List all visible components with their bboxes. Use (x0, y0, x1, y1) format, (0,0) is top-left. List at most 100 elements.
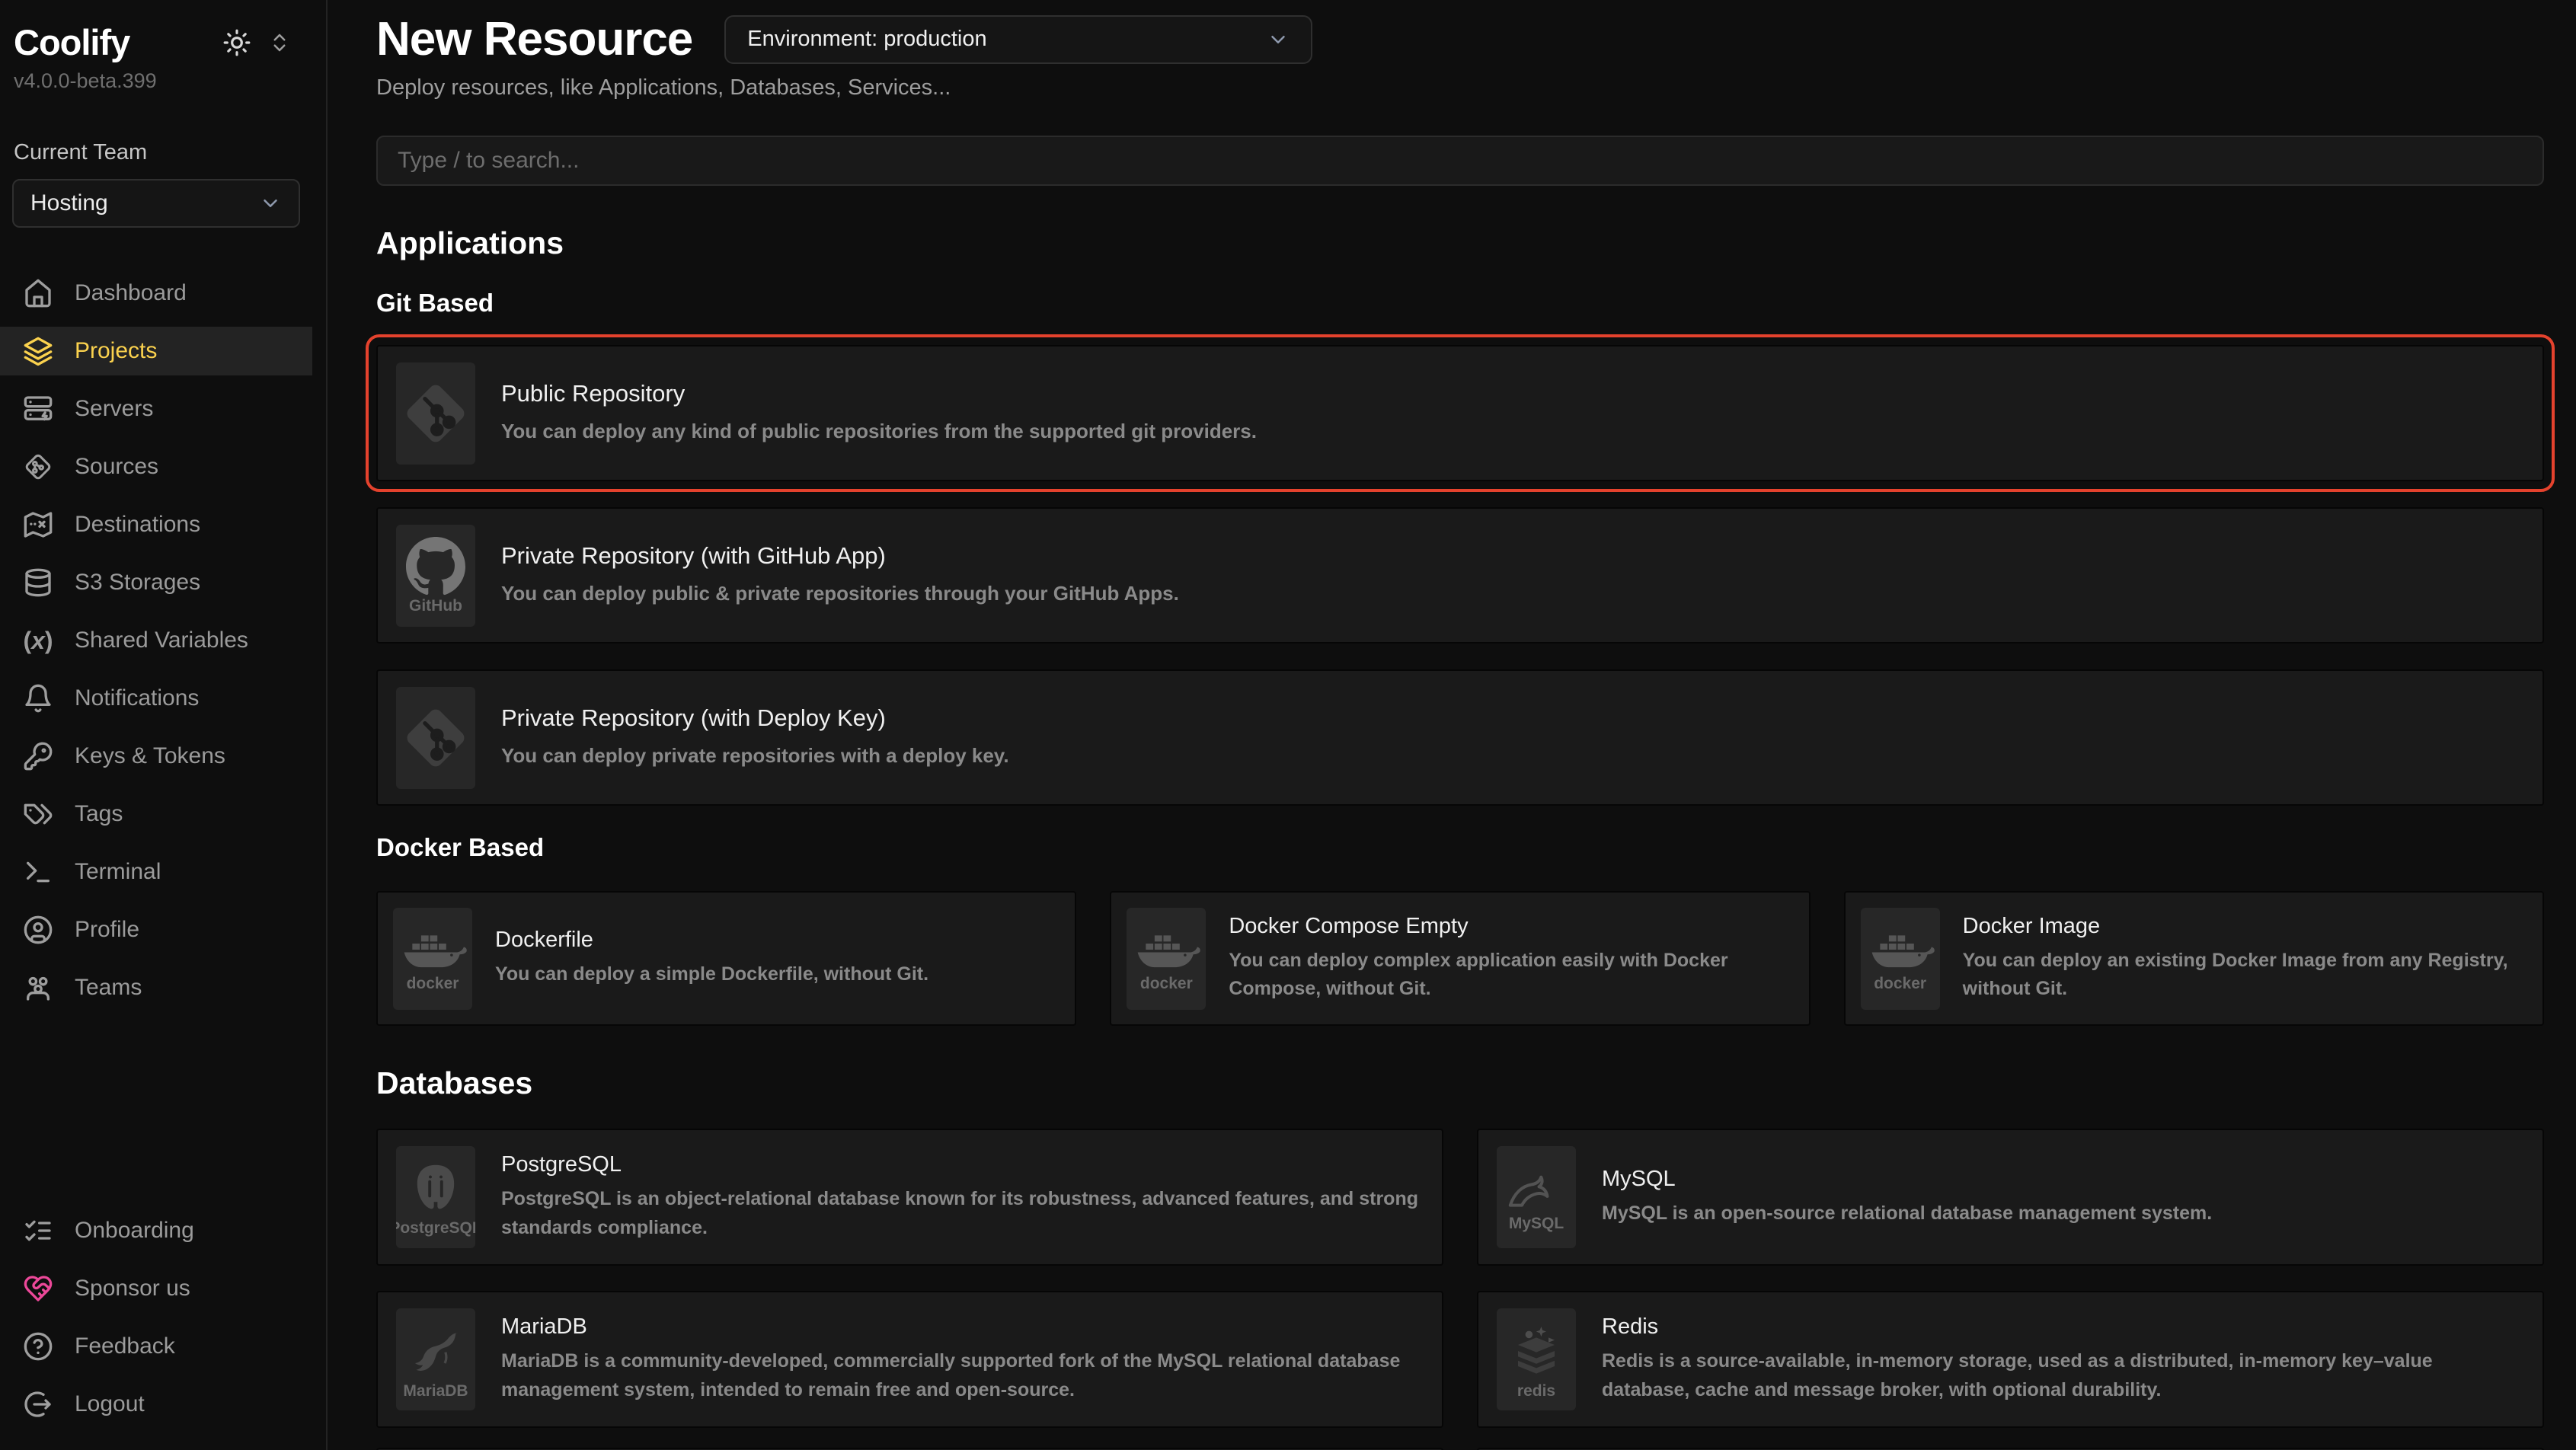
sidebar-item-sources[interactable]: Sources (0, 442, 312, 491)
sidebar-item-profile[interactable]: Profile (0, 905, 312, 954)
card-redis[interactable]: redis Redis Redis is a source-available,… (1477, 1291, 2544, 1428)
page-title: New Resource (376, 12, 692, 66)
logout-icon (23, 1389, 53, 1420)
github-logo-label: GitHub (409, 598, 462, 614)
card-title: Dockerfile (495, 928, 928, 953)
card-postgresql[interactable]: PostgreSQL PostgreSQL PostgreSQL is an o… (376, 1129, 1443, 1266)
layers-icon (23, 336, 53, 366)
card-docker-compose-empty[interactable]: docker Docker Compose Empty You can depl… (1110, 891, 1810, 1026)
docker-logo-label: docker (1874, 976, 1926, 992)
search-input[interactable] (376, 136, 2544, 186)
sidebar-item-logout[interactable]: Logout (0, 1380, 312, 1429)
chevrons-up-down-icon[interactable] (268, 31, 291, 54)
sidebar-item-label: Dashboard (75, 280, 187, 306)
sidebar-item-label: Onboarding (75, 1218, 194, 1244)
git-based-cards: Public Repository You can deploy any kin… (376, 345, 2544, 806)
card-private-repository-github-app[interactable]: GitHub Private Repository (with GitHub A… (376, 507, 2544, 644)
sidebar-item-tags[interactable]: Tags (0, 790, 312, 838)
sidebar-nav: Dashboard Projects Servers Sources Desti… (0, 269, 326, 1021)
card-title: Private Repository (with Deploy Key) (501, 704, 1009, 732)
sidebar-item-label: Teams (75, 975, 142, 1001)
docker-logo-icon: docker (393, 908, 472, 1010)
sidebar-item-label: Tags (75, 801, 123, 827)
applications-heading: Applications (376, 225, 2544, 261)
theme-sun-icon[interactable] (222, 28, 251, 57)
card-dockerfile[interactable]: docker Dockerfile You can deploy a simpl… (376, 891, 1076, 1026)
brand-row: Coolify (0, 21, 326, 63)
sidebar-item-feedback[interactable]: Feedback (0, 1322, 312, 1371)
sidebar-item-label: Shared Variables (75, 628, 248, 653)
sidebar-item-dashboard[interactable]: Dashboard (0, 269, 312, 318)
server-icon (23, 394, 53, 424)
card-mariadb[interactable]: MariaDB MariaDB MariaDB is a community-d… (376, 1291, 1443, 1428)
sidebar-item-teams[interactable]: Teams (0, 963, 312, 1012)
environment-select[interactable]: Environment: production (724, 15, 1312, 64)
card-title: Redis (1602, 1314, 2524, 1340)
heart-handshake-icon (23, 1273, 53, 1304)
sidebar-item-shared-variables[interactable]: (x) Shared Variables (0, 616, 312, 665)
redis-logo-label: redis (1517, 1383, 1555, 1399)
help-circle-icon (23, 1331, 53, 1362)
card-title: Docker Image (1963, 914, 2527, 939)
sidebar-item-label: S3 Storages (75, 570, 200, 596)
docker-logo-label: docker (407, 976, 459, 992)
databases-heading: Databases (376, 1065, 2544, 1101)
bell-icon (23, 683, 53, 714)
sidebar-item-label: Destinations (75, 512, 200, 538)
tags-icon (23, 799, 53, 829)
sidebar-footer-nav: Onboarding Sponsor us Feedback Logout (0, 1206, 326, 1438)
postgresql-logo-icon: PostgreSQL (396, 1146, 475, 1248)
sidebar-item-onboarding[interactable]: Onboarding (0, 1206, 312, 1255)
mariadb-logo-label: MariaDB (403, 1383, 468, 1399)
docker-logo-icon: docker (1127, 908, 1206, 1010)
card-docker-image[interactable]: docker Docker Image You can deploy an ex… (1844, 891, 2544, 1026)
sidebar-item-notifications[interactable]: Notifications (0, 674, 312, 723)
sidebar-item-label: Sources (75, 454, 158, 480)
redis-logo-icon: redis (1497, 1308, 1576, 1410)
card-mysql[interactable]: MySQL MySQL MySQL is an open-source rela… (1477, 1129, 2544, 1266)
main-content: New Resource Environment: production Dep… (328, 0, 2576, 1450)
card-public-repository[interactable]: Public Repository You can deploy any kin… (376, 345, 2544, 481)
sidebar-item-sponsor-us[interactable]: Sponsor us (0, 1264, 312, 1313)
map-icon (23, 509, 53, 540)
sidebar-item-servers[interactable]: Servers (0, 385, 312, 433)
environment-select-value: Environment: production (747, 27, 986, 52)
card-description: Redis is a source-available, in-memory s… (1602, 1347, 2524, 1404)
sidebar-item-s3-storages[interactable]: S3 Storages (0, 558, 312, 607)
sidebar-item-label: Terminal (75, 859, 161, 885)
postgresql-logo-label: PostgreSQL (396, 1220, 475, 1236)
sidebar-item-terminal[interactable]: Terminal (0, 848, 312, 896)
sidebar-item-keys-tokens[interactable]: Keys & Tokens (0, 732, 312, 781)
database-icon (23, 567, 53, 598)
team-select-value: Hosting (30, 190, 108, 216)
card-private-repository-deploy-key[interactable]: Private Repository (with Deploy Key) You… (376, 669, 2544, 806)
sidebar: Coolify v4.0.0-beta.399 Current Team Hos… (0, 0, 328, 1450)
card-description: MySQL is an open-source relational datab… (1602, 1199, 2212, 1228)
sidebar-item-label: Profile (75, 917, 139, 943)
git-logo-icon (396, 687, 475, 789)
key-icon (23, 741, 53, 771)
github-logo-icon: GitHub (396, 525, 475, 627)
card-description: MariaDB is a community-developed, commer… (501, 1347, 1424, 1404)
database-cards: PostgreSQL PostgreSQL PostgreSQL is an o… (376, 1129, 2544, 1428)
home-icon (23, 278, 53, 308)
users-icon (23, 973, 53, 1003)
card-description: You can deploy private repositories with… (501, 741, 1009, 771)
card-description: PostgreSQL is an object-relational datab… (501, 1185, 1424, 1242)
list-checks-icon (23, 1215, 53, 1246)
team-select[interactable]: Hosting (12, 179, 300, 228)
docker-based-cards: docker Dockerfile You can deploy a simpl… (376, 891, 2544, 1026)
page-subtitle: Deploy resources, like Applications, Dat… (376, 75, 2544, 101)
chevron-down-icon (259, 192, 282, 215)
sidebar-item-label: Feedback (75, 1333, 175, 1359)
card-title: Public Repository (501, 380, 1257, 407)
app-version: v4.0.0-beta.399 (0, 63, 326, 93)
sidebar-item-destinations[interactable]: Destinations (0, 500, 312, 549)
mysql-logo-icon: MySQL (1497, 1146, 1576, 1248)
app-logo: Coolify (14, 21, 129, 63)
sidebar-item-projects[interactable]: Projects (0, 327, 312, 375)
mariadb-logo-icon: MariaDB (396, 1308, 475, 1410)
card-description: You can deploy any kind of public reposi… (501, 417, 1257, 446)
sidebar-item-label: Projects (75, 338, 157, 364)
user-circle-icon (23, 915, 53, 945)
